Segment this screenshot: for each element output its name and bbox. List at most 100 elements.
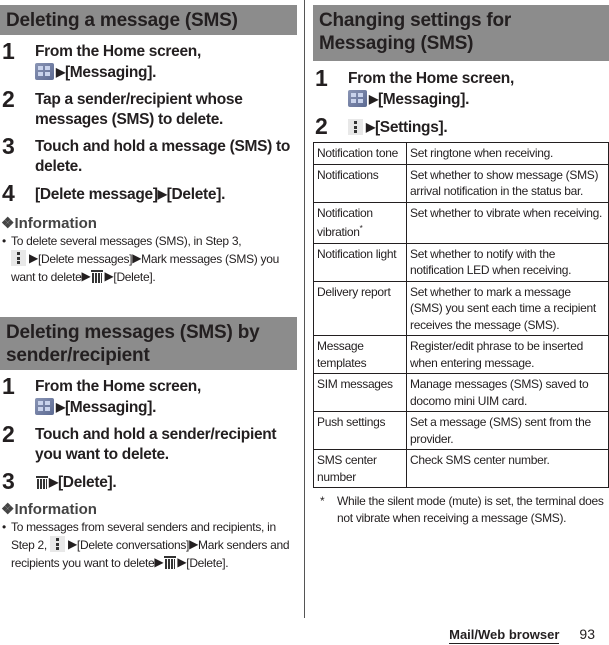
apps-icon	[35, 398, 54, 415]
messaging-label: [Messaging].	[64, 64, 157, 81]
step-3: 3 ▶[Delete].	[0, 469, 297, 493]
step-number: 3	[2, 133, 15, 159]
footnote-text: While the silent mode (mute) is set, the…	[337, 494, 604, 525]
step-3: 3 Touch and hold a message (SMS) to dele…	[0, 134, 297, 177]
step-text: From the Home screen,	[348, 70, 514, 87]
bullet-icon: •	[2, 234, 6, 248]
step-number: 1	[2, 373, 15, 399]
section-heading-deleting-message: Deleting a message (SMS)	[0, 5, 297, 35]
diamond-icon: ❖	[1, 501, 15, 518]
table-row: Delivery report Set whether to mark a mes…	[313, 280, 609, 336]
arrow-icon: ▶	[29, 251, 38, 265]
setting-description: Manage messages (SMS) saved to docomo mi…	[406, 373, 609, 412]
setting-name: Delivery report	[313, 280, 407, 336]
bullet-icon: •	[2, 520, 6, 534]
information-block: ❖Information • To delete several message…	[0, 215, 297, 286]
trash-icon	[91, 270, 104, 283]
information-heading: Information	[14, 501, 97, 518]
information-heading: Information	[14, 215, 97, 232]
table-row: Notification light Set whether to notify …	[313, 242, 609, 282]
step-1: 1 From the Home screen, ▶[Messaging].	[0, 39, 297, 83]
arrow-icon: ▶	[81, 269, 91, 283]
setting-description: Set whether to notify with the notificat…	[406, 242, 609, 282]
table-row: Message templates Register/edit phrase to…	[313, 335, 609, 374]
setting-name: Notifications	[313, 163, 407, 203]
step-2: 2 ▶[Settings].	[313, 114, 609, 138]
arrow-icon: ▶	[157, 187, 167, 201]
page-footer: Mail/Web browser 93	[449, 626, 595, 644]
step-text: Tap a sender/recipient whose messages (S…	[35, 91, 243, 128]
step-2: 2 Touch and hold a sender/recipient you …	[0, 422, 297, 465]
section-heading-deleting-by-sender: Deleting messages (SMS) by sender/recipi…	[0, 317, 297, 370]
table-row: SIM messages Manage messages (SMS) saved …	[313, 373, 609, 412]
footnote: * While the silent mode (mute) is set, t…	[313, 493, 609, 526]
arrow-icon: ▶	[177, 555, 187, 569]
page-number: 93	[579, 626, 595, 642]
column-divider	[304, 0, 305, 618]
footnote-marker: *	[359, 224, 363, 233]
step-text: From the Home screen,	[35, 378, 201, 395]
setting-name: Notification vibration*	[313, 201, 407, 244]
arrow-icon: ▶	[132, 251, 142, 265]
setting-description: Set ringtone when receiving.	[406, 142, 609, 165]
step-number: 1	[2, 38, 15, 64]
step-text: From the Home screen,	[35, 43, 201, 60]
right-column: Changing settings for Messaging (SMS) 1 …	[313, 0, 609, 526]
trash-icon	[36, 476, 48, 489]
step-number: 1	[315, 65, 328, 91]
setting-description: Register/edit phrase to be inserted when…	[406, 335, 609, 374]
trash-icon	[164, 556, 177, 569]
delete-label: [Delete].	[166, 186, 226, 203]
arrow-icon: ▶	[154, 555, 164, 569]
apps-icon	[348, 90, 367, 107]
step-4: 4 [Delete message]▶[Delete].	[0, 181, 297, 205]
arrow-icon: ▶	[49, 475, 58, 489]
setting-name: Notification light	[313, 242, 407, 282]
step-number: 2	[2, 86, 15, 112]
delete-label: [Delete].	[57, 474, 117, 491]
messaging-label: [Messaging].	[64, 399, 157, 416]
delete-message-label: [Delete message]	[35, 186, 158, 203]
footnote-mark: *	[320, 494, 325, 508]
table-row: Push settings Set a message (SMS) sent fr…	[313, 411, 609, 450]
step-1: 1 From the Home screen, ▶[Messaging].	[313, 66, 609, 110]
settings-table: Notification tone Set ringtone when recei…	[313, 142, 609, 488]
table-row: SMS center number Check SMS center number…	[313, 449, 609, 488]
step-1: 1 From the Home screen, ▶[Messaging].	[0, 374, 297, 418]
setting-description: Check SMS center number.	[406, 449, 609, 488]
information-text: • To delete several messages (SMS), in S…	[2, 234, 279, 284]
menu-icon	[11, 250, 26, 266]
arrow-icon: ▶	[369, 92, 378, 106]
step-text: Touch and hold a sender/recipient you wa…	[35, 426, 277, 463]
apps-icon	[35, 63, 54, 80]
setting-name: SIM messages	[313, 373, 407, 412]
information-text: • To messages from several senders and r…	[2, 520, 290, 570]
diamond-icon: ❖	[1, 215, 15, 232]
step-2: 2 Tap a sender/recipient whose messages …	[0, 87, 297, 130]
setting-name: Message templates	[313, 335, 407, 374]
setting-description: Set a message (SMS) sent from the provid…	[406, 411, 609, 450]
arrow-icon: ▶	[67, 537, 77, 551]
setting-description: Set whether to show message (SMS) arriva…	[406, 163, 609, 203]
menu-icon	[49, 536, 65, 552]
step-number: 2	[2, 421, 15, 447]
table-row: Notification vibration* Set whether to vi…	[313, 201, 609, 244]
chapter-label: Mail/Web browser	[449, 627, 560, 644]
information-block: ❖Information • To messages from several …	[0, 501, 297, 572]
step-text: Touch and hold a message (SMS) to delete…	[35, 138, 291, 175]
messaging-label: [Messaging].	[377, 91, 470, 108]
step-number: 4	[2, 180, 15, 206]
setting-name: SMS center number	[313, 449, 407, 488]
setting-name: Push settings	[313, 411, 407, 450]
setting-name: Notification tone	[313, 142, 407, 165]
step-number: 3	[2, 468, 15, 494]
section-heading-changing-settings: Changing settings for Messaging (SMS)	[313, 5, 609, 61]
table-row: Notifications Set whether to show message…	[313, 163, 609, 203]
table-row: Notification tone Set ringtone when recei…	[313, 142, 609, 165]
settings-label: [Settings].	[374, 119, 448, 136]
left-column: Deleting a message (SMS) 1 From the Home…	[0, 0, 297, 572]
arrow-icon: ▶	[189, 537, 198, 551]
setting-description: Set whether to mark a message (SMS) you …	[406, 280, 609, 336]
arrow-icon: ▶	[366, 120, 375, 134]
step-number: 2	[315, 113, 328, 139]
